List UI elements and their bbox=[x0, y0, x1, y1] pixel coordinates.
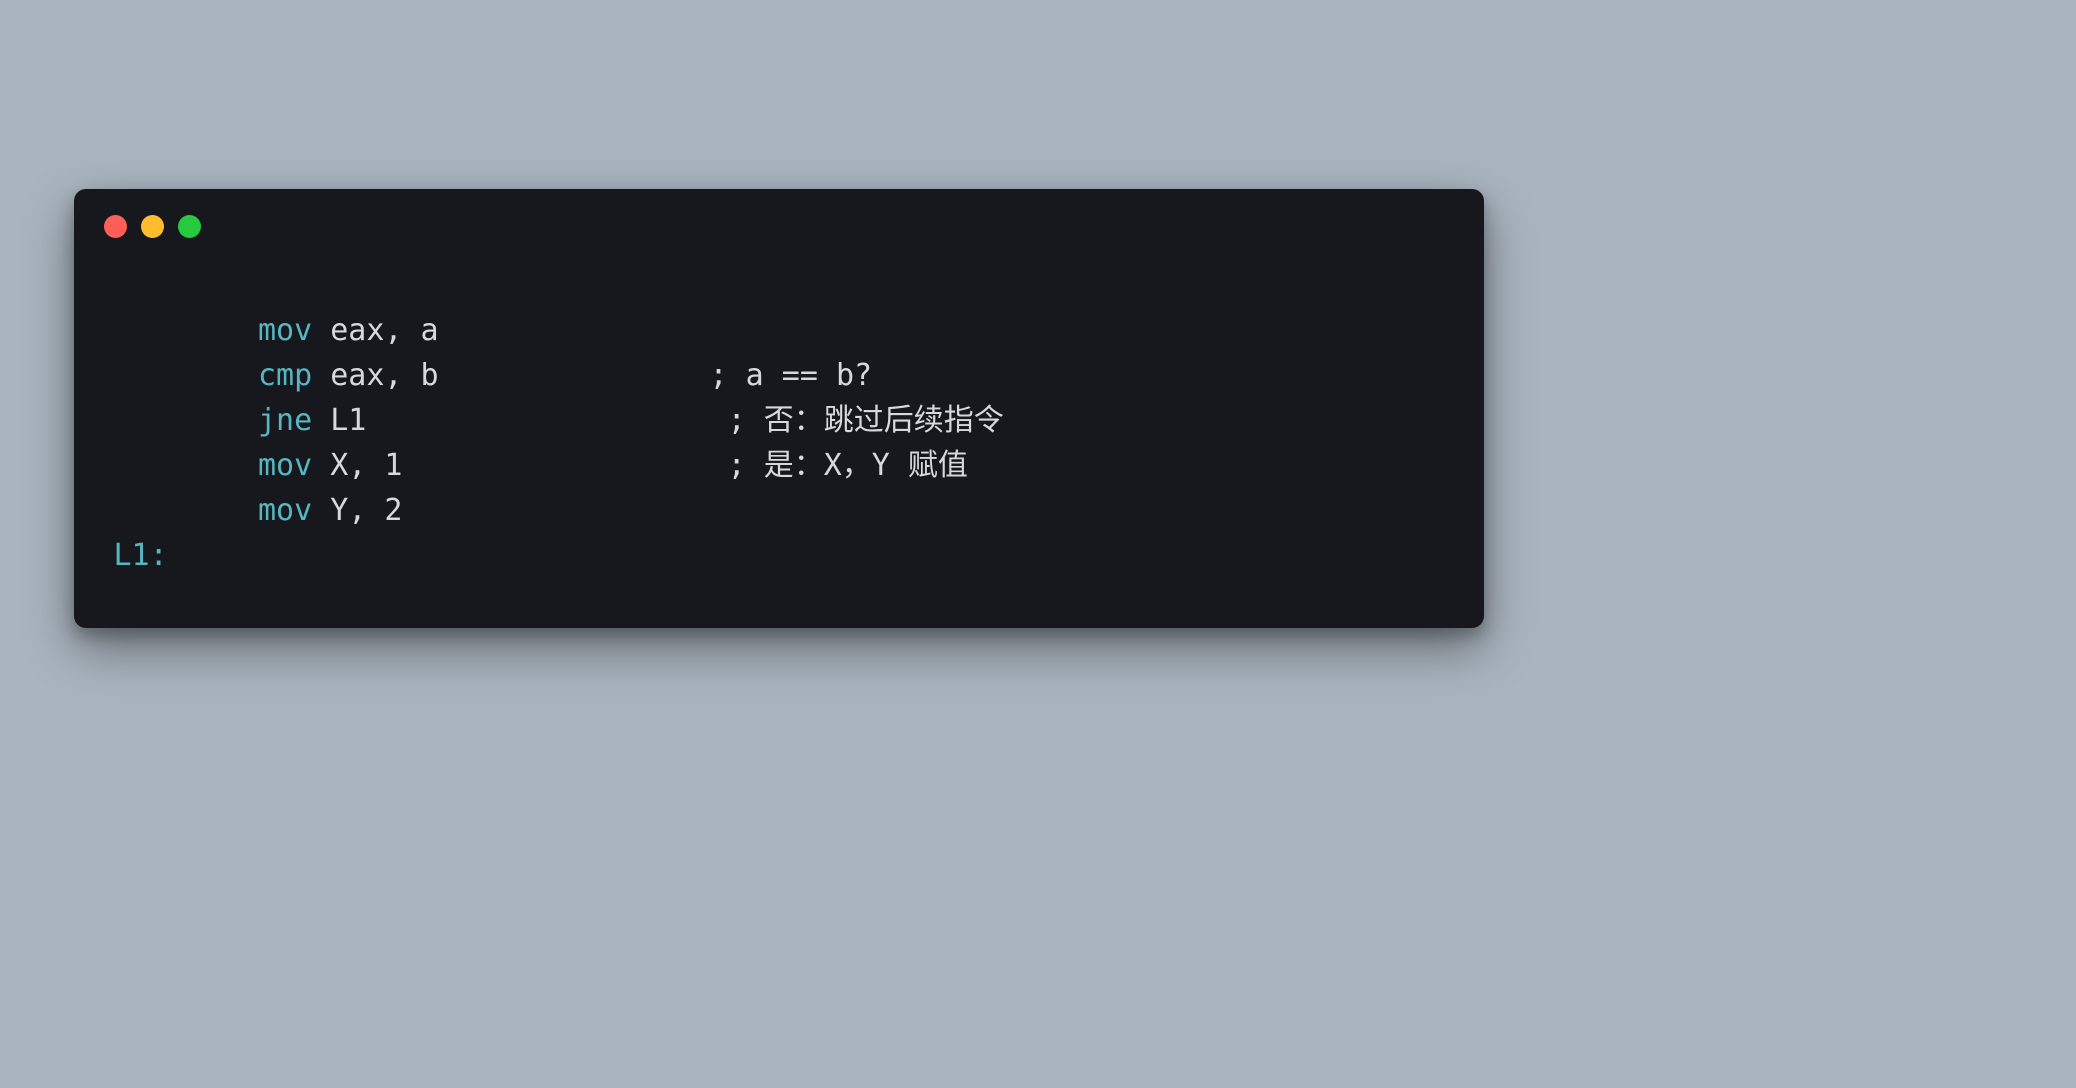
close-icon[interactable] bbox=[104, 215, 127, 238]
code-line: jne L1 ; 否：跳过后续指令 bbox=[114, 398, 1444, 443]
code-indent bbox=[114, 313, 259, 348]
code-operands: eax, b bbox=[312, 358, 438, 393]
code-indent bbox=[114, 403, 259, 438]
code-indent bbox=[114, 358, 259, 393]
code-operands: eax, a bbox=[312, 313, 438, 348]
code-operands: Y, 2 bbox=[312, 493, 402, 528]
code-line: mov X, 1 ; 是：X，Y 赋值 bbox=[114, 443, 1444, 488]
code-block: mov eax, a cmp eax, b ; a == b? jne L1 ;… bbox=[74, 248, 1484, 628]
code-indent bbox=[114, 493, 259, 528]
code-label: L1: bbox=[114, 538, 168, 573]
code-line: mov eax, a bbox=[114, 308, 1444, 353]
code-window: mov eax, a cmp eax, b ; a == b? jne L1 ;… bbox=[74, 189, 1484, 628]
code-line: L1: bbox=[114, 533, 1444, 578]
code-keyword: mov bbox=[258, 448, 312, 483]
code-keyword: mov bbox=[258, 313, 312, 348]
code-comment: ; 否：跳过后续指令 bbox=[366, 403, 1003, 438]
titlebar bbox=[74, 189, 1484, 248]
code-line: cmp eax, b ; a == b? bbox=[114, 353, 1444, 398]
code-comment: ; 是：X，Y 赋值 bbox=[403, 448, 968, 483]
minimize-icon[interactable] bbox=[141, 215, 164, 238]
code-keyword: jne bbox=[258, 403, 312, 438]
code-line: mov Y, 2 bbox=[114, 488, 1444, 533]
code-operands: X, 1 bbox=[312, 448, 402, 483]
code-indent bbox=[114, 448, 259, 483]
code-comment: ; a == b? bbox=[439, 358, 872, 393]
code-keyword: cmp bbox=[258, 358, 312, 393]
maximize-icon[interactable] bbox=[178, 215, 201, 238]
code-keyword: mov bbox=[258, 493, 312, 528]
code-operands: L1 bbox=[312, 403, 366, 438]
